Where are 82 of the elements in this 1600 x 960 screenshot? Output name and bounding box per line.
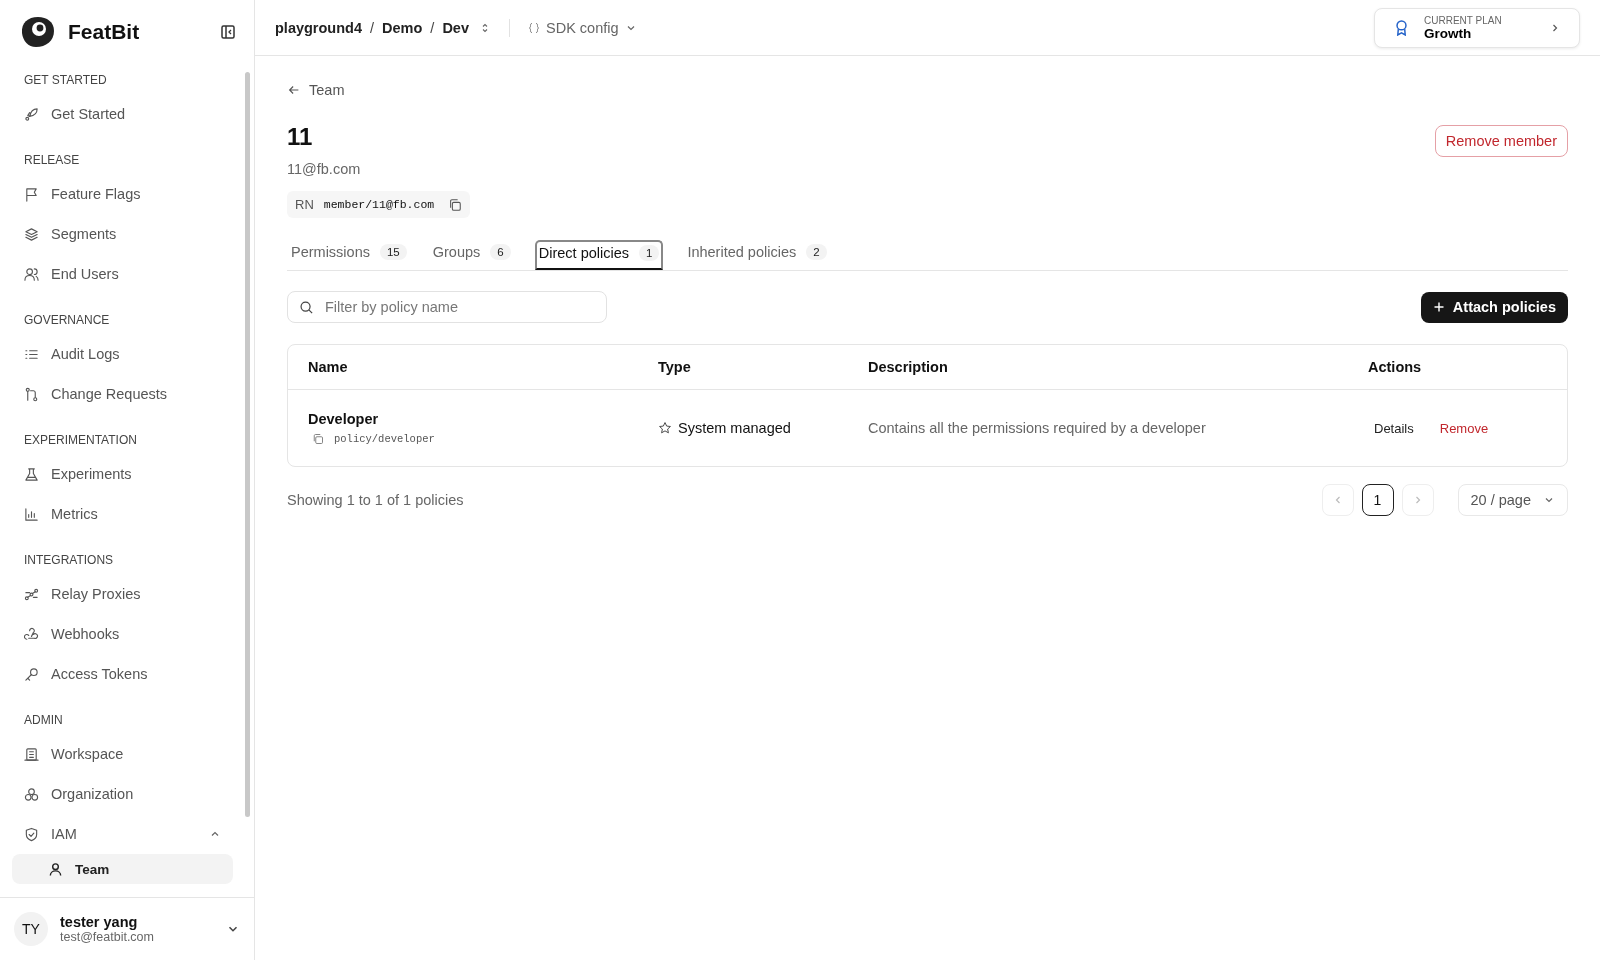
- tab-count: 6: [490, 244, 511, 260]
- copy-icon[interactable]: [448, 197, 463, 212]
- attach-policies-button[interactable]: Attach policies: [1420, 291, 1568, 323]
- policy-description: Contains all the permissions required by a developer: [867, 420, 1207, 436]
- flask-icon: [24, 466, 39, 482]
- breadcrumb-link[interactable]: playground4: [275, 19, 362, 36]
- breadcrumb-separator: /: [430, 19, 435, 36]
- breadcrumb-separator: /: [370, 19, 375, 36]
- nav-item[interactable]: Get Started: [12, 94, 233, 134]
- section-heading: RELEASE: [23, 152, 81, 169]
- section-heading: GOVERNANCE: [23, 312, 111, 329]
- nav-item[interactable]: End Users: [12, 254, 233, 294]
- users-icon: [24, 266, 39, 282]
- flag-icon: [24, 186, 39, 202]
- page-button[interactable]: 1: [1361, 484, 1394, 516]
- section-heading: ADMIN: [23, 712, 64, 729]
- building-icon: [24, 746, 39, 762]
- sidebar-toggle-icon[interactable]: [220, 24, 236, 40]
- nav-item[interactable]: Feature Flags: [12, 174, 233, 214]
- user-avatar: TY: [14, 912, 48, 946]
- tab-count: 1: [639, 245, 660, 261]
- git-branch-icon: [24, 386, 39, 402]
- member-email: 11@fb.com: [287, 161, 362, 177]
- nav-item[interactable]: IAM: [12, 814, 233, 854]
- brand-name: FeatBit: [68, 20, 141, 44]
- details-link[interactable]: Details: [1374, 420, 1414, 436]
- copy-icon[interactable]: [312, 433, 324, 445]
- column-header: Description: [867, 359, 949, 375]
- search-field[interactable]: Filter by policy name: [287, 291, 607, 323]
- tab[interactable]: Permissions 15: [289, 240, 409, 270]
- braces-icon: [528, 21, 540, 34]
- nav-item[interactable]: Change Requests: [12, 374, 233, 414]
- nav-item[interactable]: Team: [12, 854, 233, 884]
- shield-icon: [24, 826, 39, 842]
- page-size-select[interactable]: 20 / page: [1457, 484, 1568, 516]
- section-heading: EXPERIMENTATION: [23, 432, 138, 449]
- logo-icon: [20, 16, 56, 48]
- section-heading: GET STARTED: [23, 72, 108, 89]
- back-link[interactable]: Team: [287, 82, 345, 98]
- user-icon: [48, 861, 63, 877]
- star-icon: [658, 421, 672, 435]
- results-summary: Showing 1 to 1 of 1 policies: [287, 492, 464, 508]
- sdk-config-button[interactable]: SDK config: [528, 19, 637, 36]
- bar-chart-icon: [24, 506, 39, 522]
- policy-path: policy/developer: [334, 433, 435, 445]
- rocket-icon: [24, 106, 39, 122]
- search-icon: [299, 300, 314, 315]
- remove-link[interactable]: Remove: [1439, 420, 1489, 436]
- nav-item[interactable]: Audit Logs: [12, 334, 233, 374]
- tab[interactable]: Inherited policies 2: [685, 240, 829, 270]
- nav-item[interactable]: Relay Proxies: [12, 574, 233, 614]
- member-name: 11: [287, 123, 314, 151]
- nav-item[interactable]: Metrics: [12, 494, 233, 534]
- section-heading: INTEGRATIONS: [23, 552, 115, 569]
- plus-icon: [1432, 301, 1445, 313]
- nav-item[interactable]: Segments: [12, 214, 233, 254]
- layers-icon: [24, 226, 39, 242]
- resource-name-chip: RN member/11@fb.com: [287, 191, 471, 218]
- column-header: Actions: [1367, 359, 1423, 375]
- policy-type: System managed: [678, 420, 791, 436]
- nav-item[interactable]: Workspace: [12, 734, 233, 774]
- organization-icon: [24, 786, 39, 802]
- column-header: Name: [307, 359, 349, 375]
- policy-name: Developer: [308, 411, 379, 427]
- column-header: Type: [657, 359, 692, 375]
- arrow-left-icon: [287, 83, 301, 97]
- nav-item[interactable]: Organization: [12, 774, 233, 814]
- breadcrumb-link[interactable]: Dev: [442, 19, 469, 36]
- tab[interactable]: Direct policies 1: [534, 240, 664, 270]
- award-icon: [1393, 19, 1410, 36]
- nav-item[interactable]: Experiments: [12, 454, 233, 494]
- nav-item[interactable]: Webhooks: [12, 614, 233, 654]
- tab-count: 15: [379, 244, 407, 260]
- user-name: tester yang: [60, 914, 139, 930]
- tab-count: 2: [806, 244, 827, 260]
- user-email: test@featbit.com: [60, 930, 155, 944]
- breadcrumb-link[interactable]: Demo: [382, 19, 423, 36]
- tab[interactable]: Groups 6: [430, 240, 513, 270]
- key-icon: [24, 666, 39, 682]
- remove-member-button[interactable]: Remove member: [1434, 125, 1568, 157]
- nav-item[interactable]: Access Tokens: [12, 654, 233, 694]
- current-plan-card[interactable]: CURRENT PLAN Growth: [1374, 7, 1580, 48]
